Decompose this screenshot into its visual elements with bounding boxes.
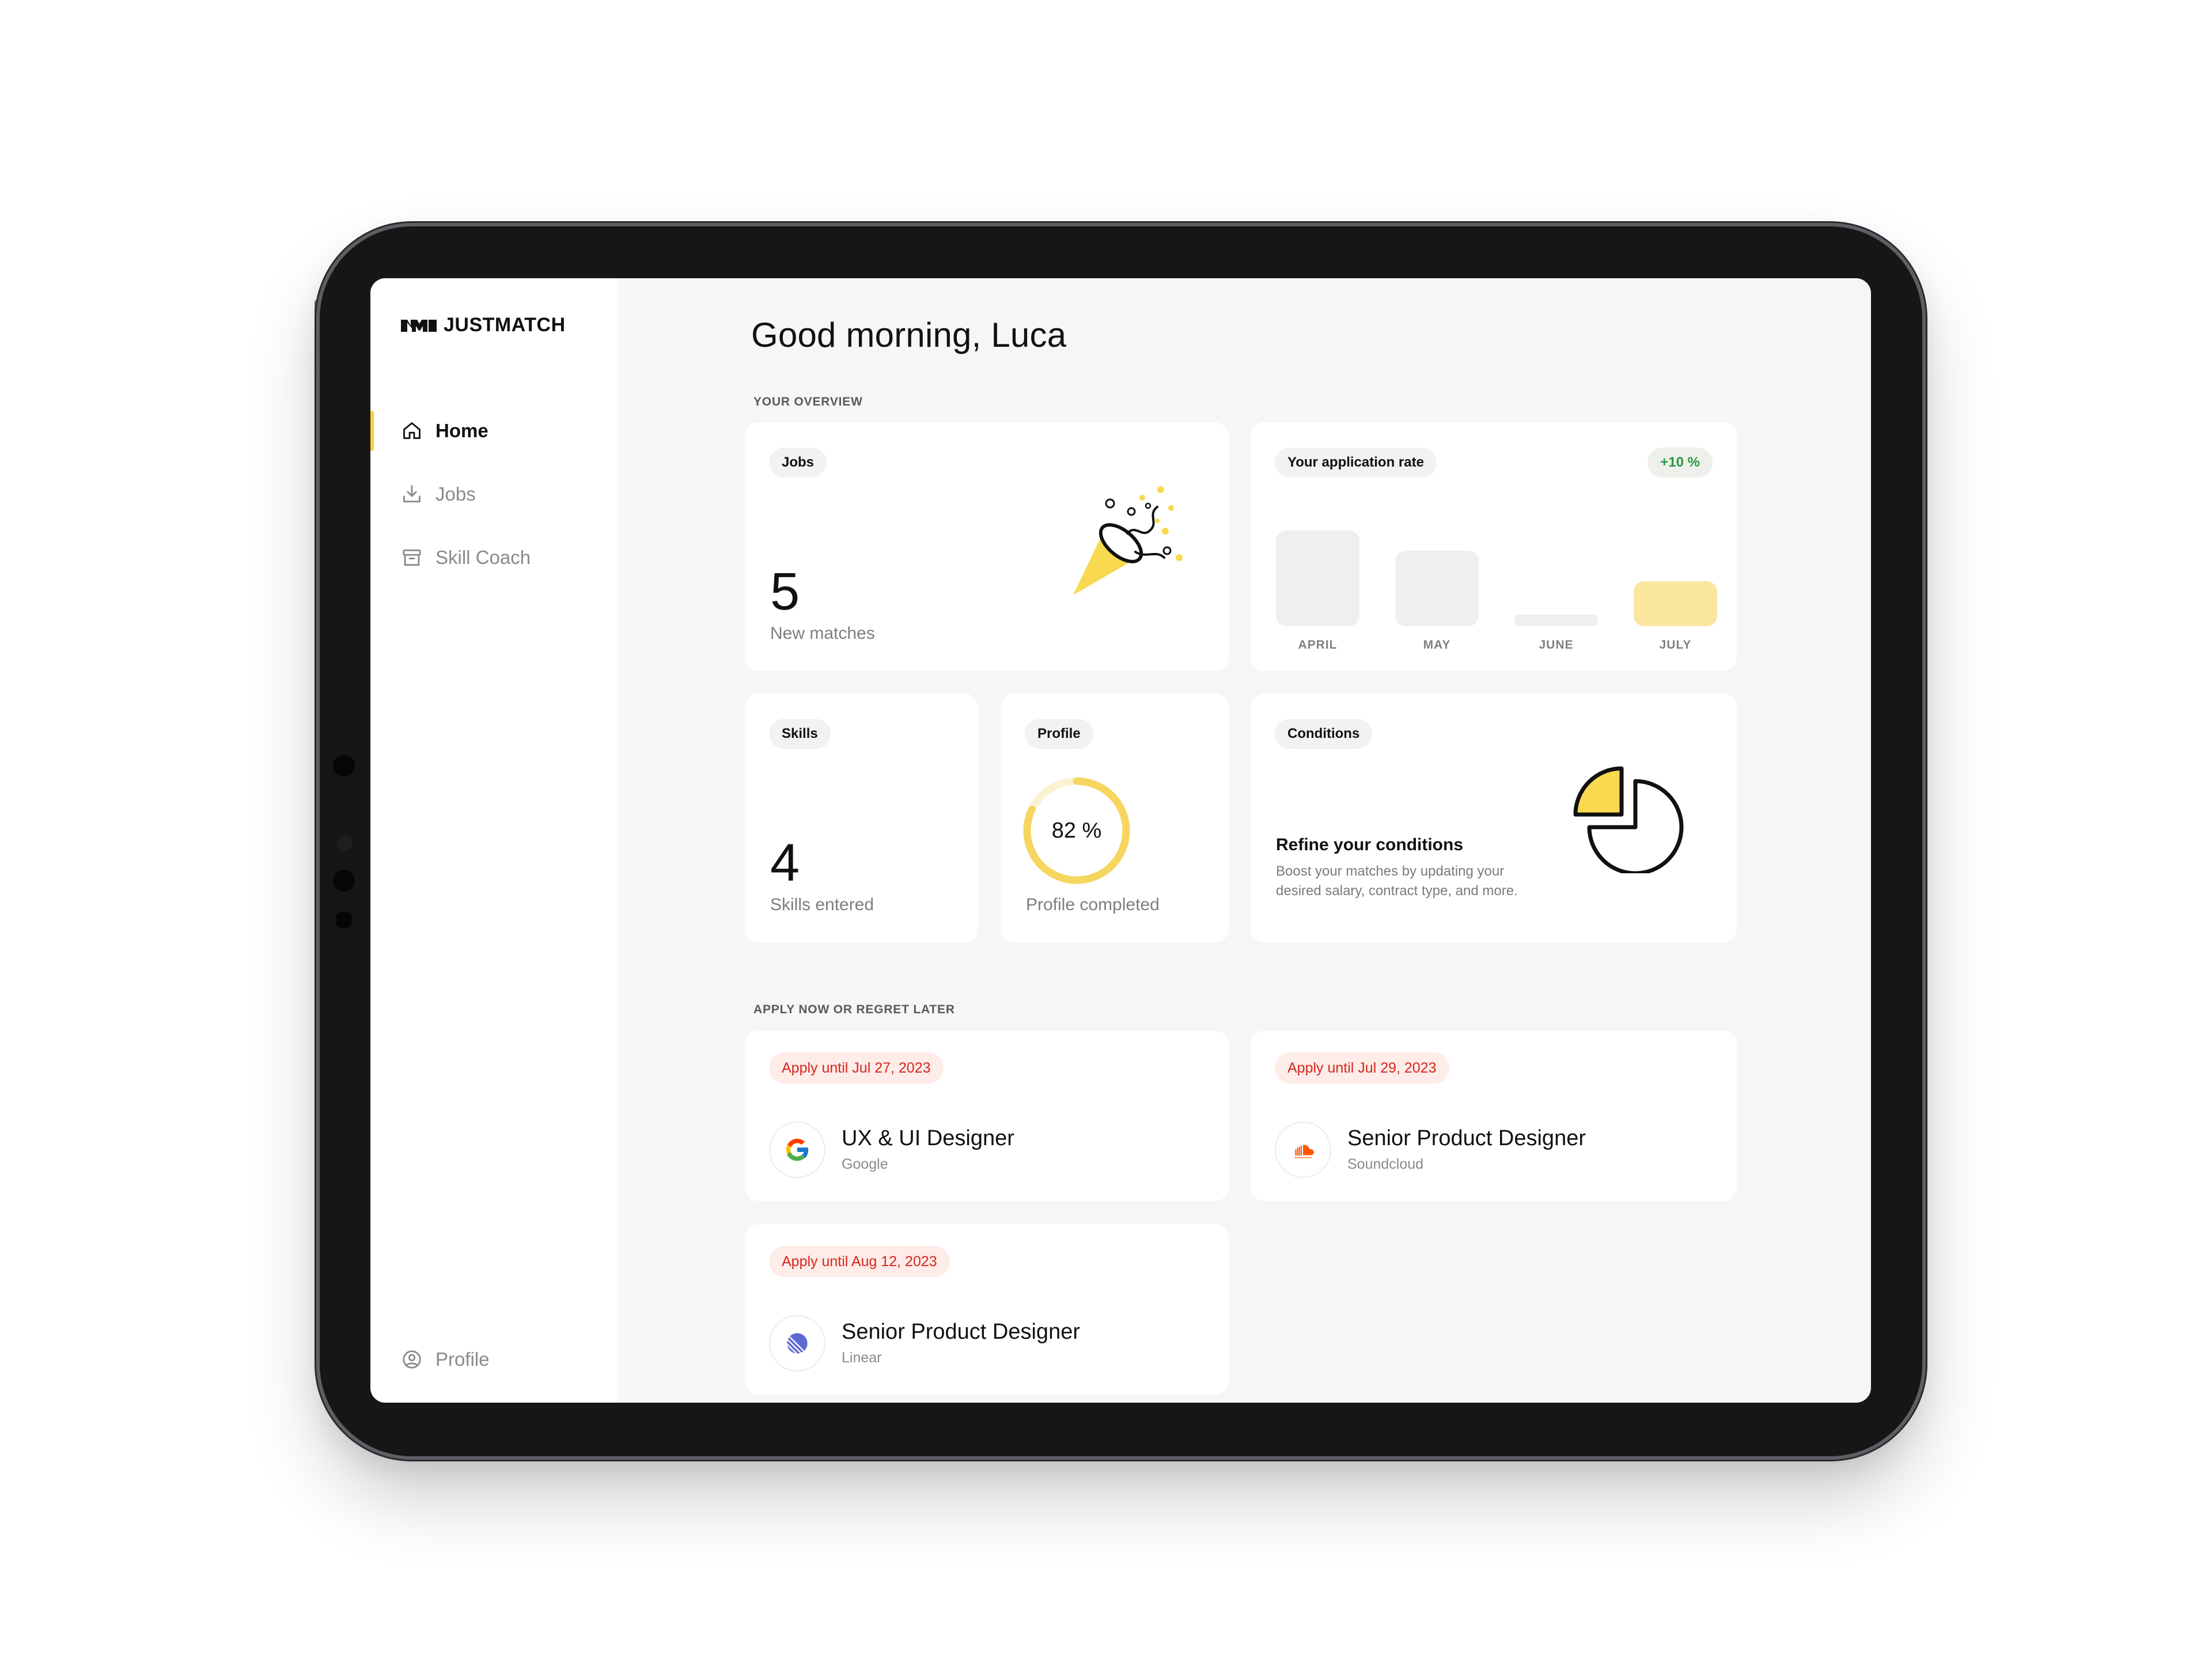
sidebar-item-label: Profile	[435, 1349, 490, 1370]
brand-name: JUSTMATCH	[444, 314, 566, 336]
deadline-badge: Apply until Aug 12, 2023	[769, 1246, 950, 1277]
sidebar-item-label: Jobs	[435, 483, 476, 505]
camera-lens	[333, 755, 355, 777]
profile-progress-ring: 82 %	[1019, 773, 1134, 888]
chart-tick-label: JULY	[1659, 638, 1692, 652]
jobs-chip: Jobs	[769, 448, 827, 478]
sidebar-item-label: Skill Coach	[435, 547, 531, 568]
camera-lens	[333, 870, 355, 892]
sidebar-item-jobs[interactable]: Jobs	[370, 463, 618, 526]
skills-chip: Skills	[769, 719, 831, 749]
home-icon	[403, 422, 421, 440]
apply-section-label: APPLY NOW OR REGRET LATER	[753, 1003, 955, 1016]
skills-count: 4	[770, 834, 800, 892]
skills-card[interactable]: Skills 4 Skills entered	[745, 694, 978, 942]
new-matches-label: New matches	[770, 624, 875, 643]
profile-card[interactable]: Profile 82 % Profile completed	[1001, 694, 1229, 942]
soundcloud-logo-icon	[1275, 1122, 1331, 1178]
job-card-google[interactable]: Apply until Jul 27, 2023 UX & UI Designe…	[745, 1031, 1229, 1201]
download-tray-icon	[403, 485, 421, 503]
user-circle-icon	[403, 1350, 421, 1369]
sidebar-item-skill-coach[interactable]: Skill Coach	[370, 526, 618, 589]
job-company: Google	[842, 1156, 888, 1172]
chart-tick-label: JUNE	[1539, 638, 1574, 652]
conditions-description: Boost your matches by updating your desi…	[1276, 863, 1518, 899]
job-company: Soundcloud	[1347, 1156, 1424, 1172]
sidebar-item-profile[interactable]: Profile	[370, 1328, 618, 1391]
job-card-soundcloud[interactable]: Apply until Jul 29, 2023 Senior Product …	[1251, 1031, 1737, 1201]
app-screen: JUSTMATCH Home Jobs Skill Coach Profile …	[370, 278, 1871, 1403]
job-title: UX & UI Designer	[842, 1126, 1014, 1150]
profile-chip: Profile	[1025, 719, 1093, 749]
page-title: Good morning, Luca	[751, 316, 1067, 354]
overview-section-label: YOUR OVERVIEW	[753, 395, 863, 408]
job-title: Senior Product Designer	[842, 1320, 1080, 1344]
main-content: Good morning, Luca YOUR OVERVIEW Jobs 5 …	[618, 278, 1871, 1403]
sidebar-item-label: Home	[435, 420, 488, 441]
chart-bar-june	[1514, 615, 1598, 626]
brand[interactable]: JUSTMATCH	[400, 314, 566, 336]
rate-change-badge: +10 %	[1647, 448, 1713, 478]
job-company: Linear	[842, 1350, 882, 1366]
pie-chart-icon	[1573, 766, 1684, 873]
chart-bar-april	[1276, 531, 1359, 626]
job-title: Senior Product Designer	[1347, 1126, 1586, 1150]
job-card-linear[interactable]: Apply until Aug 12, 2023 Senior Product …	[745, 1224, 1229, 1395]
chart-tick-label: APRIL	[1298, 638, 1338, 652]
sidebar-nav: Home Jobs Skill Coach	[370, 399, 618, 589]
skills-entered-label: Skills entered	[770, 895, 874, 914]
camera-sensor	[336, 835, 353, 851]
new-matches-count: 5	[770, 562, 800, 621]
google-logo-icon	[769, 1122, 825, 1178]
conditions-card[interactable]: Conditions Refine your conditions Boost …	[1251, 694, 1737, 942]
chart-bar-july	[1634, 581, 1717, 626]
deadline-badge: Apply until Jul 29, 2023	[1275, 1052, 1449, 1084]
archive-box-icon	[403, 549, 421, 566]
sidebar-item-home[interactable]: Home	[370, 399, 618, 463]
profile-completed-label: Profile completed	[1026, 895, 1160, 914]
jobs-card[interactable]: Jobs 5 New matches	[745, 422, 1229, 671]
profile-percent: 82 %	[1051, 818, 1102, 843]
chart-bar-may	[1395, 551, 1479, 626]
justmatch-logo-icon	[401, 319, 437, 332]
application-rate-chip: Your application rate	[1275, 448, 1437, 478]
linear-logo-icon	[769, 1315, 825, 1372]
chart-tick-label: MAY	[1423, 638, 1451, 652]
conditions-title: Refine your conditions	[1276, 835, 1464, 854]
deadline-badge: Apply until Jul 27, 2023	[769, 1052, 944, 1084]
application-rate-card[interactable]: Your application rate +10 % APRIL MAY JUNE…	[1251, 422, 1737, 671]
sidebar: JUSTMATCH Home Jobs Skill Coach Profile	[370, 278, 618, 1403]
conditions-chip: Conditions	[1275, 719, 1373, 749]
camera-flash	[335, 911, 353, 929]
party-popper-icon	[1073, 486, 1183, 595]
